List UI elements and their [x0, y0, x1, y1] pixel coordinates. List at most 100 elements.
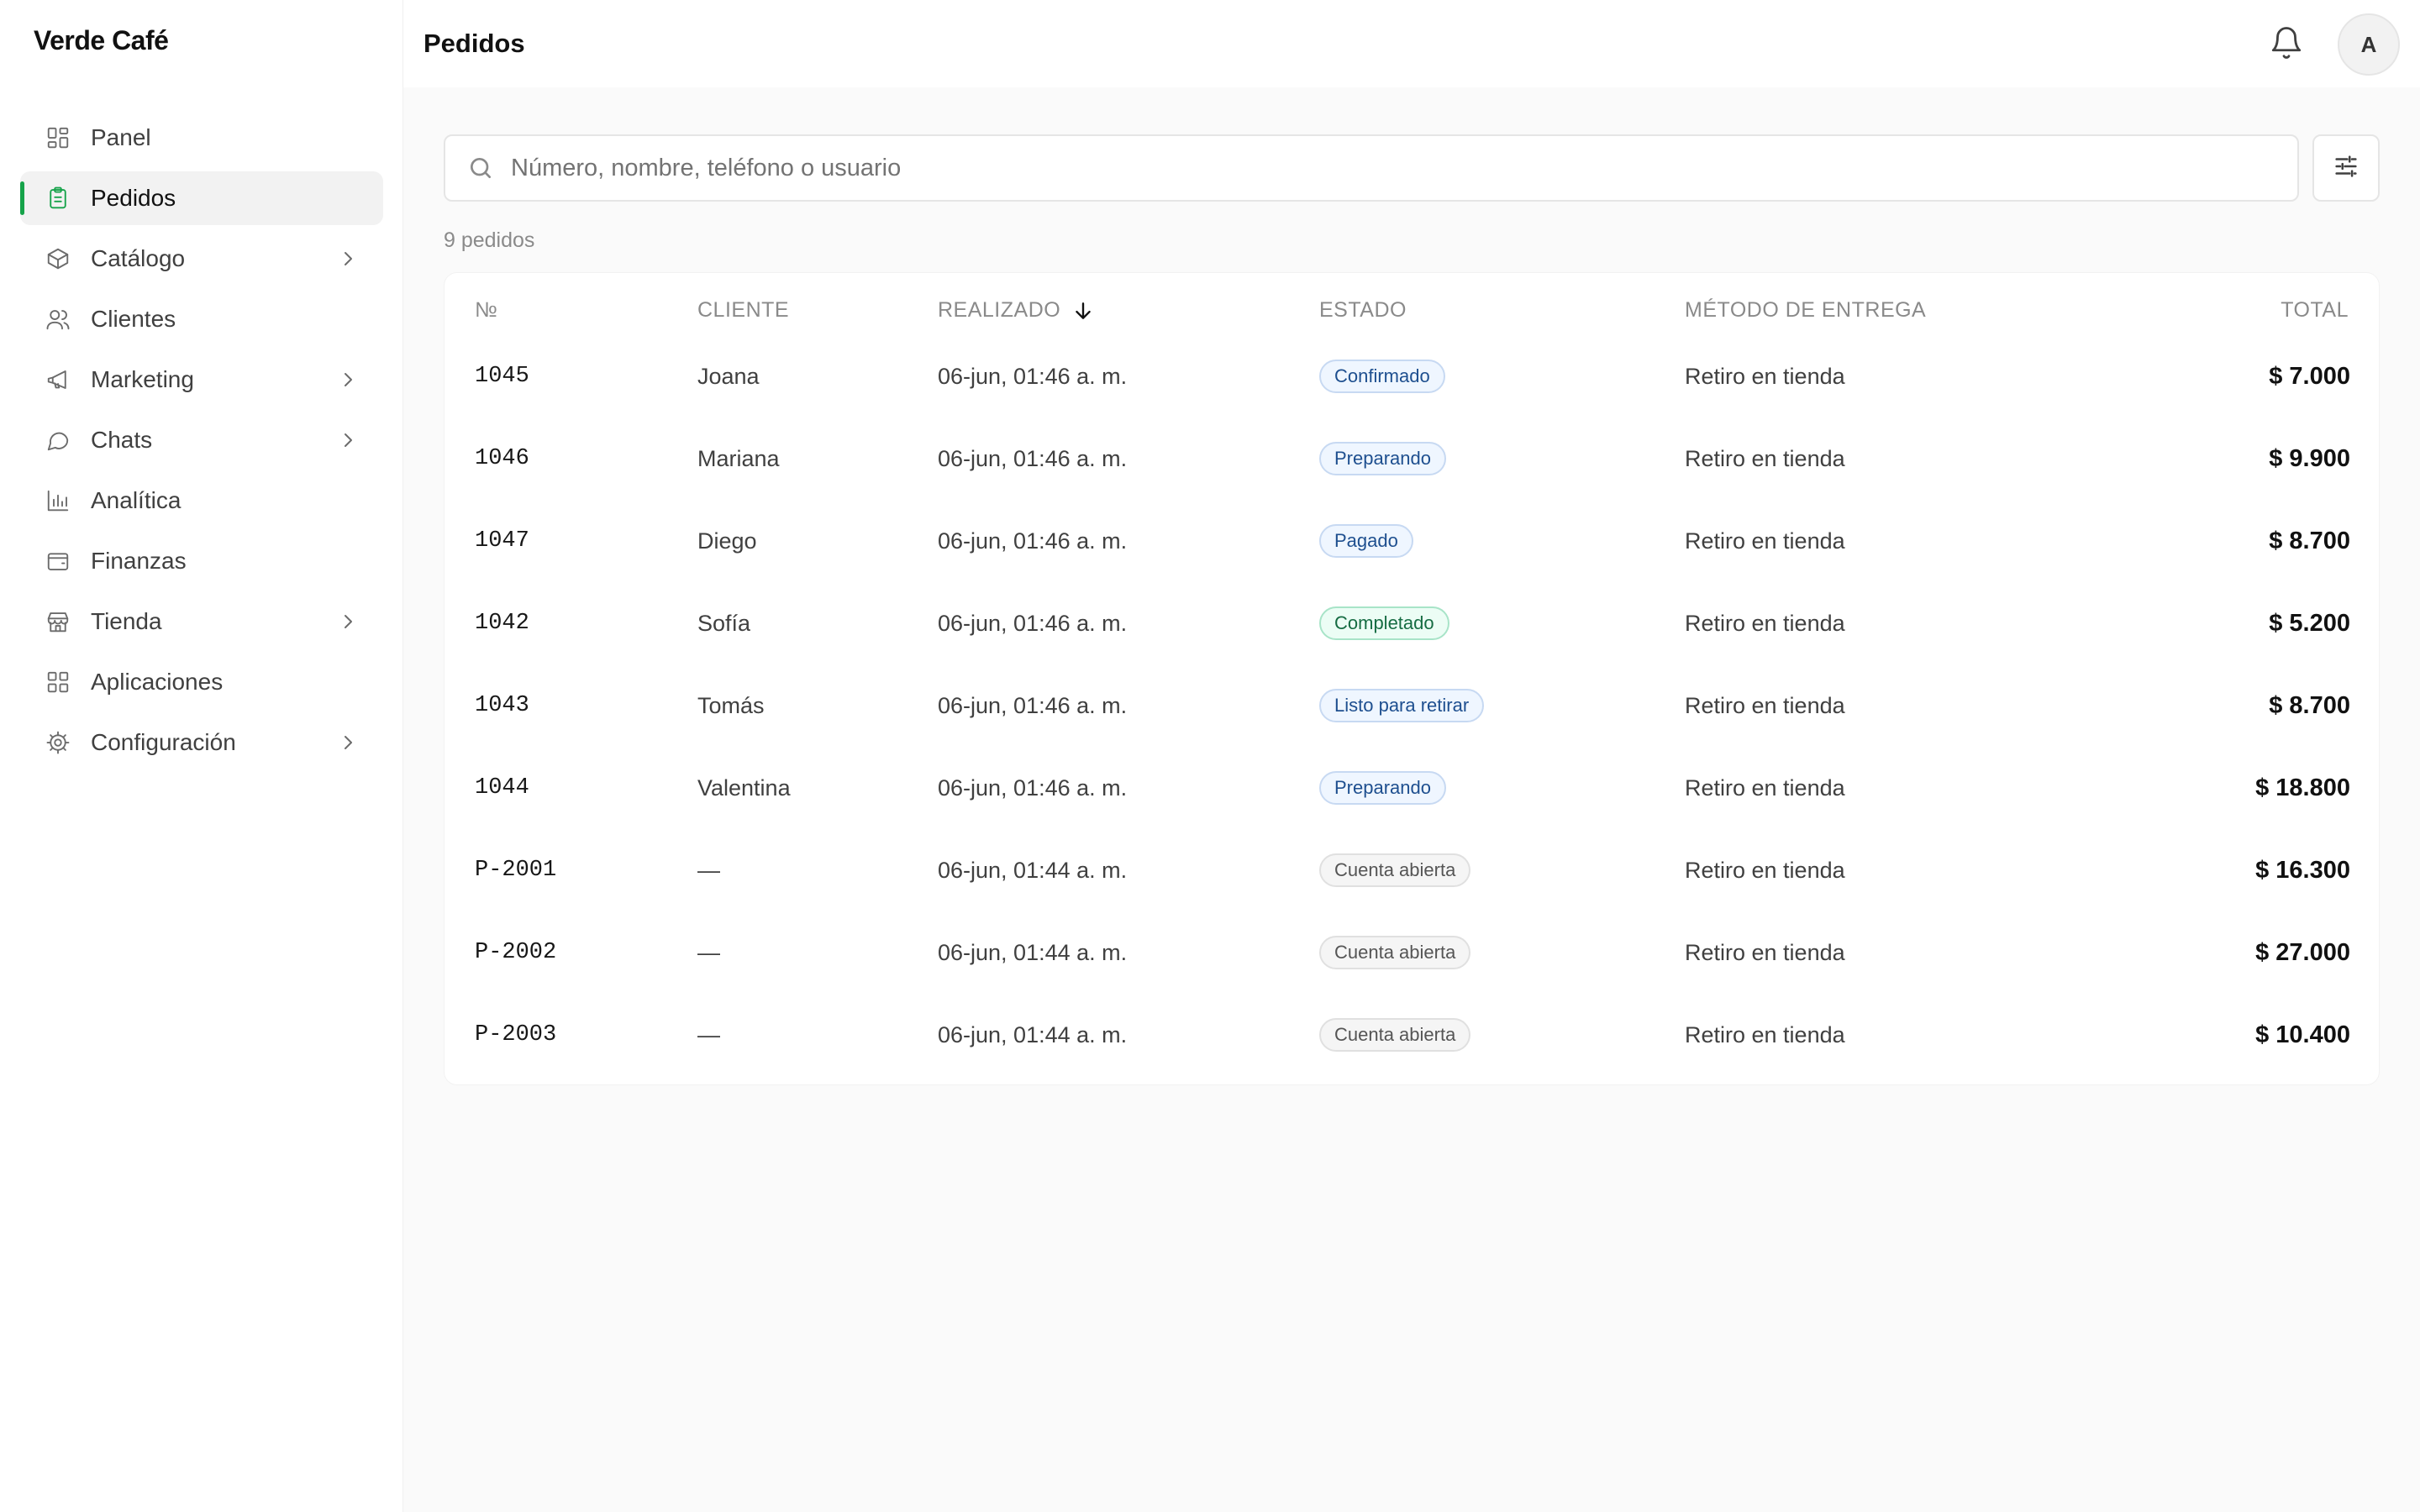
- sidebar-item-label: Analítica: [91, 487, 182, 513]
- chevron-right-icon: [345, 736, 352, 749]
- orders-count: 9 pedidos: [444, 228, 535, 252]
- sidebar-item-catalogo[interactable]: Catálogo: [20, 232, 383, 286]
- order-number[interactable]: P-2001: [475, 829, 556, 911]
- table-row[interactable]: P-2003 — 06-jun, 01:44 a. m. Cuenta abierta…: [445, 994, 2381, 1076]
- table-row[interactable]: 1047 Diego 06-jun, 01:46 a. m. Pagado Retiro…: [445, 500, 2381, 582]
- column-header-client[interactable]: CLIENTE: [697, 298, 789, 323]
- client-name: —: [697, 1021, 720, 1047]
- clipboard-icon: [45, 186, 71, 211]
- sidebar-item-chats[interactable]: Chats: [20, 413, 383, 467]
- status-cell: Confirmado: [1319, 335, 1445, 417]
- order-number[interactable]: 1045: [475, 335, 529, 417]
- delivery-method: Retiro en tienda: [1685, 610, 1845, 636]
- order-total: $ 16.300: [2255, 856, 2350, 884]
- column-header-status[interactable]: ESTADO: [1319, 298, 1407, 323]
- grid-icon: [45, 125, 71, 150]
- order-number[interactable]: 1043: [475, 664, 529, 747]
- table-row[interactable]: 1042 Sofía 06-jun, 01:46 a. m. Completado Re…: [445, 582, 2381, 664]
- users-icon: [45, 307, 71, 332]
- avatar[interactable]: A: [2338, 13, 2400, 76]
- placed-date: 06-jun, 01:46 a. m.: [938, 692, 1128, 718]
- apps-grid-icon: [45, 669, 71, 695]
- order-total: $ 18.800: [2255, 774, 2350, 801]
- order-total: $ 5.200: [2269, 609, 2350, 637]
- table-row[interactable]: P-2001 — 06-jun, 01:44 a. m. Cuenta abierta…: [445, 829, 2381, 911]
- client-name: —: [697, 939, 720, 965]
- sidebar-item-aplicaciones[interactable]: Aplicaciones: [20, 655, 383, 709]
- status-cell: Completado: [1319, 582, 1449, 664]
- delivery-method: Retiro en tienda: [1685, 692, 1845, 718]
- status-cell: Cuenta abierta: [1319, 829, 1471, 911]
- top-header: Pedidos A: [403, 0, 2420, 87]
- delivery-method: Retiro en tienda: [1685, 939, 1845, 965]
- status-badge: Cuenta abierta: [1319, 936, 1471, 969]
- delivery-method: Retiro en tienda: [1685, 445, 1845, 471]
- client-name: Diego: [697, 528, 757, 554]
- status-cell: Listo para retirar: [1319, 664, 1485, 747]
- status-badge: Listo para retirar: [1319, 689, 1485, 722]
- sidebar-item-label: Tienda: [91, 608, 162, 634]
- delivery-method: Retiro en tienda: [1685, 774, 1845, 801]
- status-badge: Preparando: [1319, 771, 1446, 805]
- table-row[interactable]: 1046 Mariana 06-jun, 01:46 a. m. Preparando…: [445, 417, 2381, 500]
- order-number[interactable]: 1047: [475, 500, 529, 582]
- sliders-icon: [2332, 152, 2360, 185]
- brand-logo[interactable]: Verde Café: [34, 25, 169, 56]
- bar-chart-icon: [45, 488, 71, 513]
- chevron-right-icon: [345, 615, 352, 628]
- column-header-number[interactable]: №: [475, 298, 497, 323]
- order-number[interactable]: P-2003: [475, 994, 556, 1076]
- order-number[interactable]: 1044: [475, 747, 529, 829]
- order-number[interactable]: 1042: [475, 582, 529, 664]
- chevron-right-icon: [345, 373, 352, 386]
- delivery-method: Retiro en tienda: [1685, 1021, 1845, 1047]
- page-title: Pedidos: [424, 29, 525, 58]
- filter-button[interactable]: [2312, 134, 2380, 202]
- sidebar-item-label: Pedidos: [91, 185, 176, 211]
- sidebar-item-panel[interactable]: Panel: [20, 111, 383, 165]
- order-total: $ 8.700: [2269, 691, 2350, 719]
- sidebar-item-configuracion[interactable]: Configuración: [20, 716, 383, 769]
- status-badge: Completado: [1319, 606, 1449, 640]
- client-name: Tomás: [697, 692, 765, 718]
- placed-date: 06-jun, 01:46 a. m.: [938, 363, 1128, 389]
- order-number[interactable]: 1046: [475, 417, 529, 500]
- order-total: $ 10.400: [2255, 1021, 2350, 1048]
- status-cell: Cuenta abierta: [1319, 911, 1471, 994]
- column-header-total[interactable]: TOTAL: [2281, 298, 2349, 323]
- wallet-icon: [45, 549, 71, 574]
- sidebar-item-finanzas[interactable]: Finanzas: [20, 534, 383, 588]
- status-cell: Cuenta abierta: [1319, 994, 1471, 1076]
- table-row[interactable]: 1044 Valentina 06-jun, 01:46 a. m. Preparan…: [445, 747, 2381, 829]
- sidebar-item-label: Clientes: [91, 306, 176, 332]
- column-header-placed[interactable]: REALIZADO: [938, 298, 1094, 323]
- order-number[interactable]: P-2002: [475, 911, 556, 994]
- gear-icon: [45, 730, 71, 755]
- table-row[interactable]: 1045 Joana 06-jun, 01:46 a. m. Confirmado Re…: [445, 335, 2381, 417]
- placed-date: 06-jun, 01:46 a. m.: [938, 528, 1128, 554]
- status-badge: Preparando: [1319, 442, 1446, 475]
- search-input[interactable]: [511, 136, 2297, 200]
- sidebar-item-label: Marketing: [91, 366, 194, 392]
- status-badge: Pagado: [1319, 524, 1413, 558]
- sidebar-item-pedidos[interactable]: Pedidos: [20, 171, 383, 225]
- table-row[interactable]: P-2002 — 06-jun, 01:44 a. m. Cuenta abierta…: [445, 911, 2381, 994]
- placed-date: 06-jun, 01:44 a. m.: [938, 939, 1128, 965]
- client-name: Sofía: [697, 610, 751, 636]
- delivery-method: Retiro en tienda: [1685, 857, 1845, 883]
- sidebar-item-tienda[interactable]: Tienda: [20, 595, 383, 648]
- client-name: Joana: [697, 363, 760, 389]
- status-cell: Preparando: [1319, 747, 1446, 829]
- chevron-right-icon: [345, 252, 352, 265]
- column-header-delivery[interactable]: MÉTODO DE ENTREGA: [1685, 298, 1926, 323]
- table-row[interactable]: 1043 Tomás 06-jun, 01:46 a. m. Listo para r…: [445, 664, 2381, 747]
- sidebar-item-label: Aplicaciones: [91, 669, 224, 695]
- status-badge: Confirmado: [1319, 360, 1445, 393]
- notifications-bell-icon[interactable]: [2269, 25, 2304, 60]
- sidebar-item-analitica[interactable]: Analítica: [20, 474, 383, 528]
- sidebar-item-marketing[interactable]: Marketing: [20, 353, 383, 407]
- sidebar-item-label: Configuración: [91, 729, 236, 755]
- sidebar-item-clientes[interactable]: Clientes: [20, 292, 383, 346]
- megaphone-icon: [45, 367, 71, 392]
- delivery-method: Retiro en tienda: [1685, 528, 1845, 554]
